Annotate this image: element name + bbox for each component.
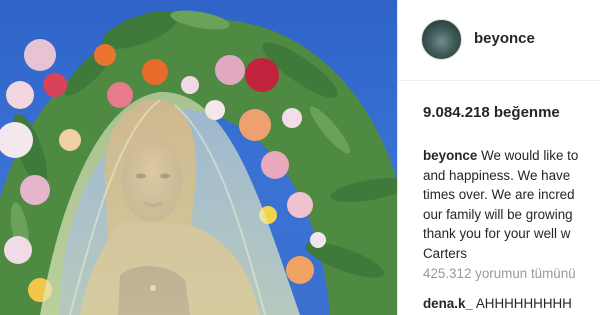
caption-author[interactable]: beyonce: [423, 148, 477, 163]
post-caption: beyonce We would like to and happiness. …: [423, 146, 600, 263]
like-count[interactable]: 9.084.218 beğenme: [423, 104, 560, 121]
post-photo[interactable]: [0, 0, 397, 315]
comment-text: AHHHHHHHHH: [475, 296, 572, 311]
caption-line: and happiness. We have: [423, 167, 571, 183]
post-username[interactable]: beyonce: [474, 30, 535, 47]
post-side-panel: beyonce 9.084.218 beğenme beyonce We wou…: [398, 0, 600, 315]
profile-avatar-icon[interactable]: [421, 19, 462, 60]
caption-text: We would like to: [481, 148, 579, 163]
header-divider: [398, 80, 600, 81]
comment-username[interactable]: dena.k_: [423, 296, 473, 311]
caption-line: beyonce We would like to: [423, 146, 600, 166]
caption-line: thank you for your well w: [423, 226, 571, 241]
view-all-comments-link[interactable]: 425.312 yorumun tümünü: [423, 266, 576, 281]
caption-line: our family will be growing: [423, 206, 573, 222]
caption-line: Carters: [423, 245, 467, 261]
caption-line: times over. We are incred: [423, 187, 575, 202]
post-image: [0, 10, 397, 315]
comment-item: dena.k_ AHHHHHHHHH: [423, 296, 572, 311]
